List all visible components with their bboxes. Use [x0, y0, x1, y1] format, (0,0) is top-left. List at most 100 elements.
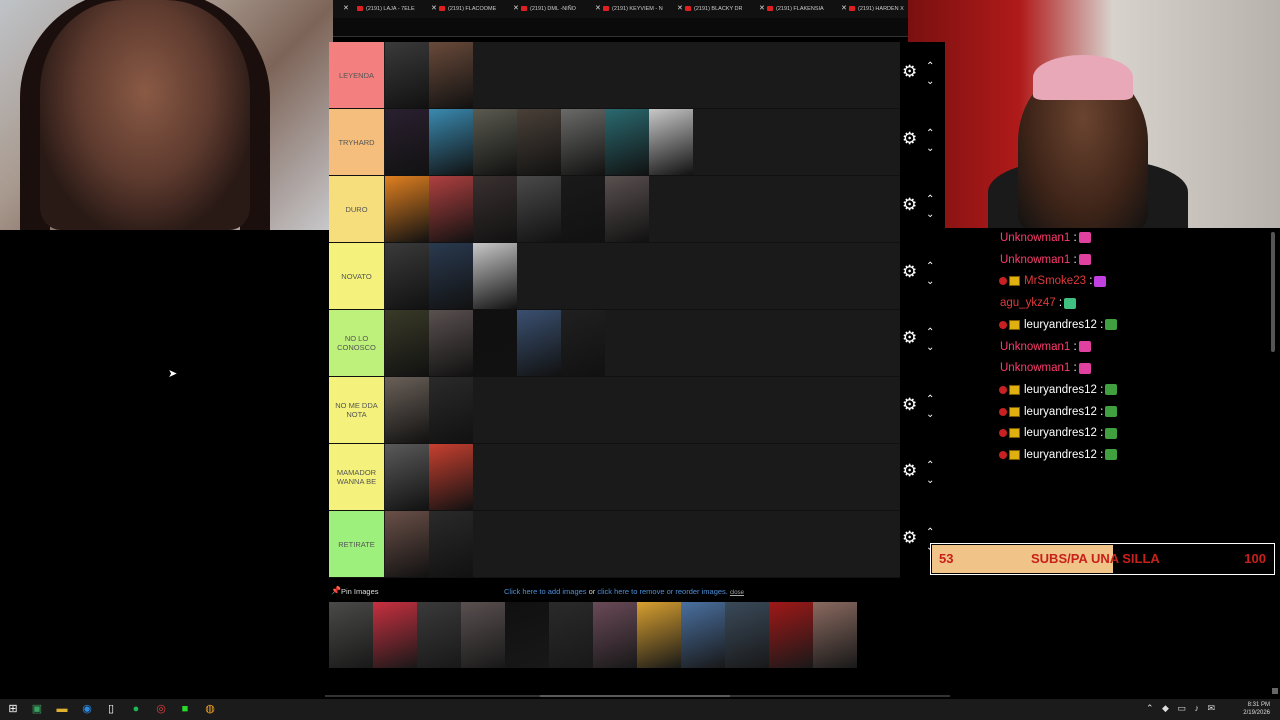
tier-label[interactable]: NOVATO [329, 243, 384, 309]
chevron-up-icon[interactable]: ⌃ [926, 328, 934, 338]
browser-tab[interactable]: (2191) DML -NIÑO ✕ [521, 0, 601, 18]
tier-item-image[interactable] [429, 377, 473, 443]
tier-item-image[interactable] [429, 444, 473, 510]
tier-item-image[interactable] [429, 310, 473, 376]
spotify-icon[interactable]: ● [129, 702, 143, 716]
tier-label[interactable]: RETIRATE [329, 511, 384, 577]
tier-item-image[interactable] [605, 176, 649, 242]
chat-username[interactable]: Unknowman1 [1000, 254, 1070, 266]
chevron-up-icon[interactable]: ⌃ [926, 62, 934, 72]
system-tray-icons[interactable]: ⌃ ◆ ▭ ♪ ✉ [1146, 703, 1218, 714]
pin-image[interactable] [549, 602, 593, 668]
chat-username[interactable]: MrSmoke23 [1024, 275, 1086, 287]
gear-icon[interactable]: ⚙ [902, 328, 917, 348]
file-explorer-icon[interactable]: ▬ [55, 702, 69, 716]
tier-item-image[interactable] [385, 310, 429, 376]
close-tab-icon[interactable]: ✕ [431, 0, 437, 18]
chevron-down-icon[interactable]: ⌄ [926, 276, 934, 287]
chevron-up-icon[interactable]: ⌃ [926, 261, 934, 272]
close-tab-icon[interactable]: ✕ [343, 0, 349, 18]
streamlabs-icon[interactable]: ■ [178, 702, 192, 716]
pin-image[interactable] [373, 602, 417, 668]
edge-browser-icon[interactable]: ◉ [80, 702, 94, 716]
tier-label[interactable]: MAMADOR WANNA BE [329, 444, 384, 510]
chat-username[interactable]: agu_ykz47 [1000, 297, 1056, 309]
tier-item-image[interactable] [429, 109, 473, 175]
chevron-down-icon[interactable]: ⌄ [926, 409, 934, 420]
tier-item-image[interactable] [561, 310, 605, 376]
chevron-down-icon[interactable]: ⌄ [926, 476, 934, 486]
chat-username[interactable]: Unknowman1 [1000, 362, 1070, 374]
browser-tab[interactable]: (2191) FLACOOME ✕ [439, 0, 519, 18]
tier-item-image[interactable] [429, 243, 473, 309]
pin-image[interactable] [417, 602, 461, 668]
chevron-down-icon[interactable]: ⌄ [926, 143, 934, 154]
chat-username[interactable]: leuryandres12 [1024, 427, 1097, 439]
chevron-up-icon[interactable]: ⌃ [926, 527, 934, 538]
app-icon[interactable]: ▣ [30, 702, 44, 716]
tier-item-image[interactable] [429, 511, 473, 577]
close-tab-icon[interactable]: ✕ [595, 0, 601, 18]
gear-icon[interactable]: ⚙ [902, 129, 917, 149]
browser-tab[interactable]: (2191) LAJA - 7ELE ✕ [357, 0, 437, 18]
tier-item-image[interactable] [649, 109, 693, 175]
browser-tab[interactable]: (2191) BLACKY DR ✕ [685, 0, 765, 18]
tier-label[interactable]: LEYENDA [329, 42, 384, 108]
chat-username[interactable]: leuryandres12 [1024, 384, 1097, 396]
pin-image[interactable] [725, 602, 769, 668]
page-scroll-thumb[interactable] [540, 695, 730, 697]
add-images-link[interactable]: Click here to add images [504, 587, 587, 596]
tier-item-image[interactable] [429, 176, 473, 242]
tier-item-image[interactable] [385, 176, 429, 242]
chat-username[interactable]: leuryandres12 [1024, 449, 1097, 461]
close-tab-icon[interactable]: ✕ [677, 0, 683, 18]
chat-username[interactable]: leuryandres12 [1024, 406, 1097, 418]
tier-item-image[interactable] [517, 310, 561, 376]
tier-item-image[interactable] [517, 176, 561, 242]
close-tab-icon[interactable]: ✕ [513, 0, 519, 18]
gear-icon[interactable]: ⚙ [902, 262, 917, 282]
pin-image[interactable] [769, 602, 813, 668]
remove-images-link[interactable]: click here to remove or reorder images. [597, 587, 727, 596]
chevron-up-icon[interactable]: ⌃ [926, 461, 934, 471]
tier-item-image[interactable] [473, 310, 517, 376]
tier-item-image[interactable] [517, 109, 561, 175]
tier-item-image[interactable] [473, 176, 517, 242]
gear-icon[interactable]: ⚙ [902, 528, 917, 548]
document-icon[interactable]: ▯ [104, 702, 118, 716]
tier-item-image[interactable] [473, 243, 517, 309]
tier-item-image[interactable] [385, 42, 429, 108]
chat-username[interactable]: leuryandres12 [1024, 319, 1097, 331]
pin-image[interactable] [461, 602, 505, 668]
chat-scrollbar[interactable] [1271, 232, 1275, 352]
obs-icon[interactable]: ◎ [154, 702, 168, 716]
gear-icon[interactable]: ⚙ [902, 62, 917, 82]
tier-item-image[interactable] [605, 109, 649, 175]
tier-item-image[interactable] [561, 109, 605, 175]
tier-item-image[interactable] [385, 243, 429, 309]
gear-icon[interactable]: ⚙ [902, 461, 917, 481]
tier-label[interactable]: NO ME DDA NOTA [329, 377, 384, 443]
chat-username[interactable]: Unknowman1 [1000, 232, 1070, 244]
close-tab-icon[interactable]: ✕ [759, 0, 765, 18]
chevron-up-icon[interactable]: ⌃ [926, 128, 934, 139]
tier-label[interactable]: DURO [329, 176, 384, 242]
browser-tab[interactable]: (2191) HARDEN X [849, 0, 904, 18]
chevron-down-icon[interactable]: ⌄ [926, 77, 934, 87]
tier-label[interactable]: NO LO CONOSCO [329, 310, 384, 376]
tier-label[interactable]: TRYHARD [329, 109, 384, 175]
gear-icon[interactable]: ⚙ [902, 195, 917, 215]
pin-image[interactable] [593, 602, 637, 668]
close-link[interactable]: close [730, 590, 744, 596]
tier-item-image[interactable] [473, 109, 517, 175]
browser-tab[interactable]: (2191) FLAKENSIA ✕ [767, 0, 847, 18]
close-tab-icon[interactable]: ✕ [841, 0, 847, 18]
pin-image[interactable] [637, 602, 681, 668]
tier-item-image[interactable] [429, 42, 473, 108]
chevron-up-icon[interactable]: ⌃ [926, 195, 934, 205]
browser-tab[interactable]: (2191) KEYVIEM - N ✕ [603, 0, 683, 18]
tier-item-image[interactable] [385, 511, 429, 577]
tier-item-image[interactable] [385, 109, 429, 175]
chevron-down-icon[interactable]: ⌄ [926, 343, 934, 353]
chevron-up-icon[interactable]: ⌃ [926, 394, 934, 405]
